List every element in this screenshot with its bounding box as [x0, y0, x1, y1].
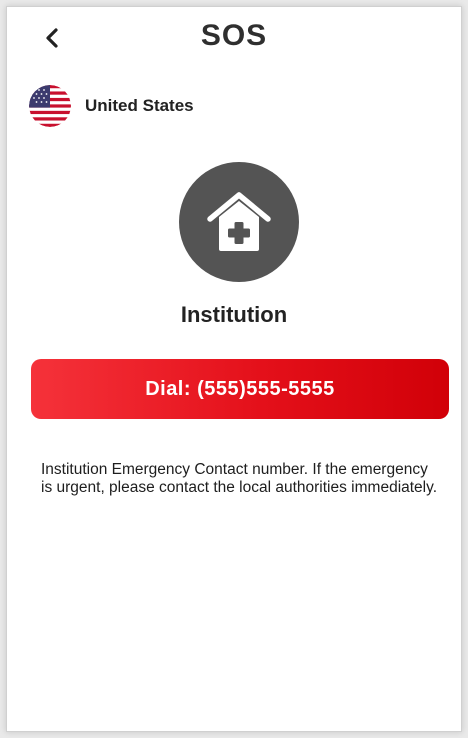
sos-screen: SOS United States Institution Dial: (555… [6, 6, 462, 732]
us-flag-icon [29, 85, 71, 127]
house-medical-icon [207, 192, 271, 251]
header: SOS [7, 7, 461, 69]
page-title: SOS [200, 19, 268, 52]
dial-button[interactable]: Dial: (555)555-5555 [31, 359, 449, 419]
category-icon-circle [179, 162, 299, 282]
country-name: United States [85, 96, 194, 115]
description-text: Institution Emergency Contact number. If… [41, 461, 438, 496]
country-selector[interactable]: United States [29, 85, 194, 127]
category-label: Institution [180, 302, 288, 327]
